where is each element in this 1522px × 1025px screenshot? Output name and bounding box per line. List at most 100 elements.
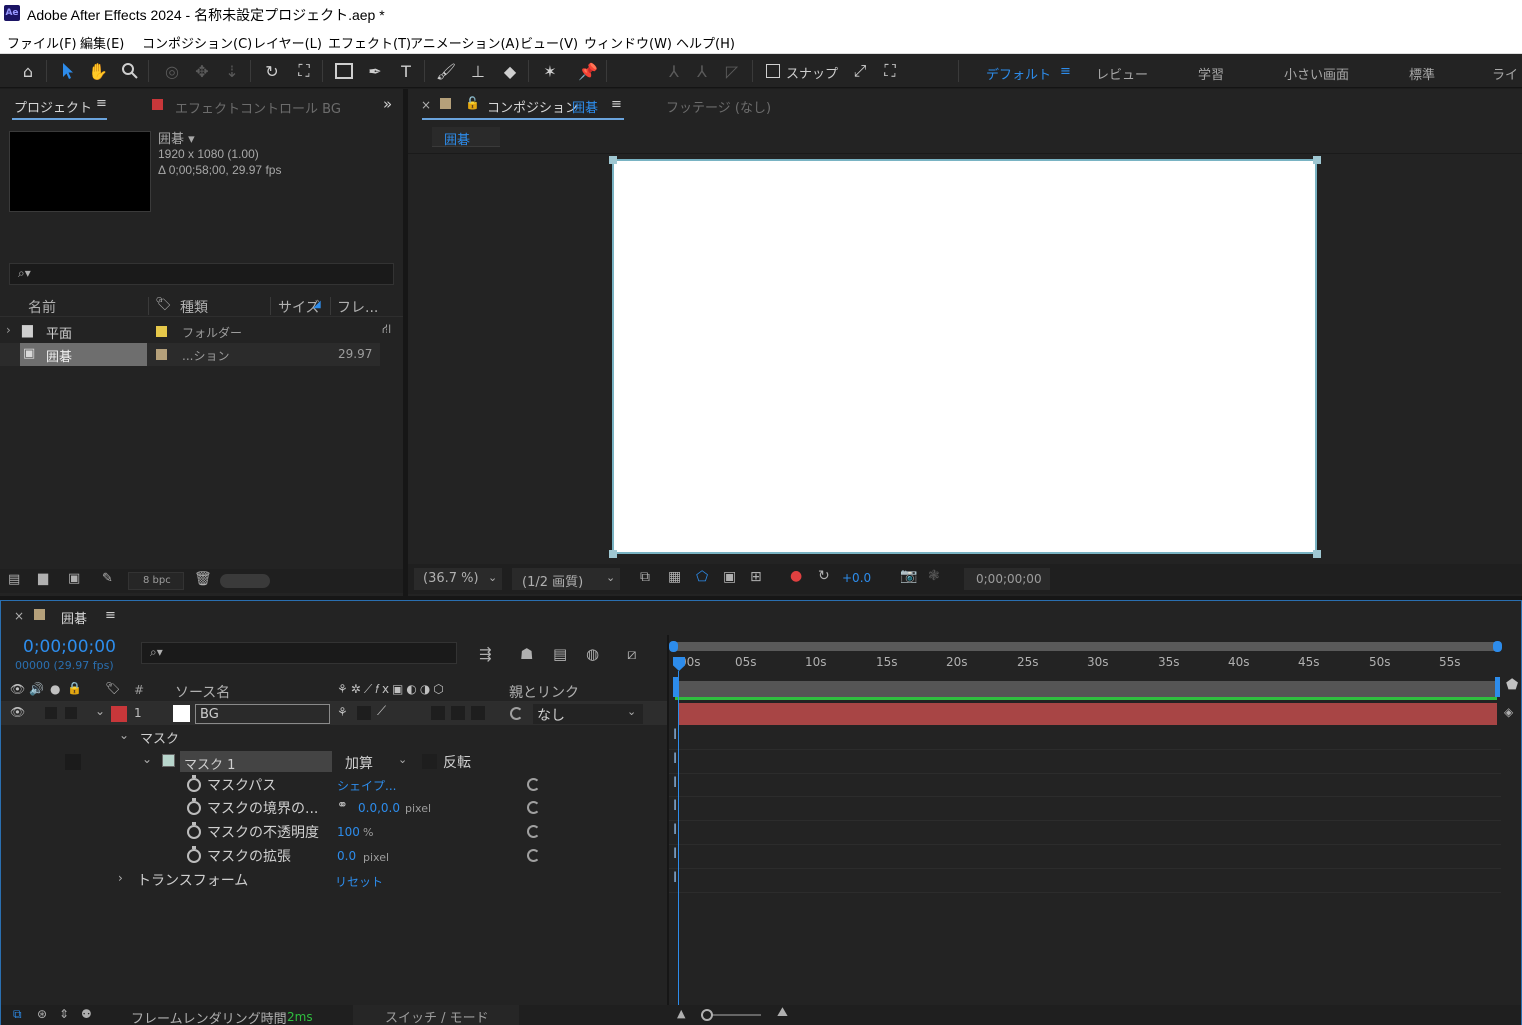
property-row[interactable]: マスクの境界の... ⚭ 0.0,0.0 pixel [1,796,669,820]
thumbnail-slider[interactable] [220,574,270,588]
video-eye-icon[interactable]: 👁 [10,705,25,719]
adjust-project-icon[interactable]: ✎ [102,571,113,586]
transparency-grid-icon[interactable]: ▦ [668,569,681,585]
menu-effect[interactable]: エフェクト(T) [328,33,411,52]
chevron-down-icon[interactable]: ⌄ [119,728,129,742]
pick-whip-icon[interactable] [527,801,540,814]
chevron-down-icon[interactable]: ⌄ [142,752,152,766]
menu-composition[interactable]: コンポジション(C) [142,33,252,52]
keyframe-nav-icon[interactable]: ◈ [1504,705,1513,719]
snap-edges-icon[interactable]: ⤢ [848,59,872,83]
eraser-tool-icon[interactable]: ◆ [498,59,522,83]
layer-row[interactable]: 👁 ⌄ 1 BG ⚘ ⟋ なし ⌄ [1,702,669,725]
video-eye-icon[interactable]: 👁 [10,682,25,696]
close-tab-icon[interactable]: × [14,609,24,623]
composition-canvas[interactable] [612,159,1317,554]
stopwatch-icon[interactable] [187,775,201,792]
layer-switches-toggle-icon[interactable]: ⧉ [13,1007,22,1022]
label-color-swatch[interactable] [156,349,167,360]
clone-stamp-tool-icon[interactable]: ⊥ [466,59,490,83]
property-row[interactable]: マスクの不透明度 100 % [1,820,669,844]
invert-checkbox[interactable] [422,754,437,769]
switch-box[interactable] [471,706,485,720]
transform-row[interactable]: › トランスフォーム リセット [1,868,669,892]
tab-composition-prefix[interactable]: コンポジション [487,97,578,116]
timeline-menu-icon[interactable]: ≡ [105,608,116,623]
current-time-display[interactable]: 0;00;00;00 [964,568,1050,590]
workspace-library[interactable]: ライ [1492,64,1518,83]
axis-world-icon[interactable]: ⅄ [690,59,714,83]
pick-whip-icon[interactable] [527,825,540,838]
panel-expand-icon[interactable]: » [383,95,392,113]
dolly-camera-icon[interactable]: ⇣ [220,59,244,83]
parent-dropdown[interactable]: なし ⌄ [533,704,643,724]
interpret-footage-icon[interactable]: ▤ [8,572,20,587]
zoom-tool-icon[interactable] [118,59,142,83]
new-folder-icon[interactable]: ▆ [38,571,48,586]
property-value[interactable]: 0.0,0.0 [358,801,400,815]
label-tag-icon[interactable]: 🏷 [105,681,120,695]
keyframe-marker-icon[interactable]: I [673,751,677,767]
project-search-input[interactable]: ⌕▾ [9,263,394,285]
orbit-camera-icon[interactable]: ◎ [160,59,184,83]
keyframe-marker-icon[interactable]: I [673,846,677,862]
mask-mode-dropdown[interactable]: 加算 ⌄ [338,751,414,772]
keyframe-marker-icon[interactable]: I [673,727,677,743]
selection-tool-icon[interactable] [56,59,80,83]
switch-mode-toggle[interactable]: スイッチ / モード [353,1005,519,1025]
render-time-toggle-icon[interactable]: ⚉ [81,1007,92,1021]
shy-layers-icon[interactable]: ☗ [520,645,533,663]
bit-depth-button[interactable]: 8 bpc [128,572,184,590]
comp-menu-icon[interactable]: ≡ [611,97,622,112]
menu-layer[interactable]: レイヤー(L) [253,33,322,52]
resolution-dropdown[interactable]: (1/2 画質) ⌄ [512,568,620,590]
keyframe-marker-icon[interactable]: I [673,870,677,886]
show-snapshot-icon[interactable]: ❃ [928,568,940,584]
tab-composition-name[interactable]: 囲碁 [572,97,598,116]
rectangle-tool-icon[interactable] [332,59,356,83]
layer-duration-bar[interactable] [679,703,1497,725]
type-tool-icon[interactable]: T [394,59,418,83]
reset-link[interactable]: リセット [335,873,383,890]
axis-view-icon[interactable]: ◸ [720,59,744,83]
col-number[interactable]: # [134,683,144,697]
workspace-learn[interactable]: 学習 [1198,64,1224,83]
keyframe-marker-icon[interactable]: I [673,775,677,791]
zoom-dropdown[interactable]: (36.7 %) ⌄ [414,568,502,590]
menu-window[interactable]: ウィンドウ(W) [584,33,672,52]
lock-icon[interactable]: 🔒 [67,681,82,695]
exposure-value[interactable]: +0.0 [842,571,871,585]
mask-lock-checkbox[interactable] [65,754,81,770]
pan-camera-icon[interactable]: ✥ [190,59,214,83]
timeline-search-input[interactable]: ⌕▾ [141,642,457,664]
col-type[interactable]: 種類 [180,297,208,317]
frame-blending-icon[interactable]: ▤ [553,645,567,663]
workspace-standard[interactable]: 標準 [1409,64,1435,83]
channel-rgb-icon[interactable]: ● [790,568,802,584]
lock-icon[interactable]: 🔓 [465,96,480,110]
layer-switches-icon[interactable]: ⚘✲⟋𝑓x▣◐◑⬡ [337,682,447,697]
chevron-down-icon[interactable]: ⌄ [95,704,105,718]
corner-handle[interactable] [609,156,617,164]
selected-item-name[interactable]: 囲碁 ▾ [158,128,195,147]
pen-tool-icon[interactable]: ✒ [363,59,387,83]
menu-edit[interactable]: 編集(E) [80,33,124,52]
solo-icon[interactable]: ● [50,682,60,696]
menu-animation[interactable]: アニメーション(A) [410,33,520,52]
menu-file[interactable]: ファイル(F) [7,33,77,52]
home-icon[interactable]: ⌂ [16,59,40,83]
comp-marker-bin-icon[interactable]: ⬟ [1506,677,1518,693]
lock-checkbox[interactable] [65,707,77,719]
fast-previews-icon[interactable]: ⧉ [640,569,650,585]
menu-help[interactable]: ヘルプ(H) [676,33,735,52]
close-tab-icon[interactable]: × [421,98,431,112]
audio-icon[interactable]: 🔊 [29,682,44,696]
mask-visibility-icon[interactable]: ⬠ [696,569,708,585]
switch-box[interactable] [451,706,465,720]
switch-box[interactable] [357,706,371,720]
corner-handle[interactable] [1313,550,1321,558]
property-row[interactable]: マスクパス シェイプ... [1,773,669,796]
corner-handle[interactable] [1313,156,1321,164]
tab-timeline[interactable]: 囲碁 [61,608,87,627]
col-parent-link[interactable]: 親とリンク [509,682,579,702]
